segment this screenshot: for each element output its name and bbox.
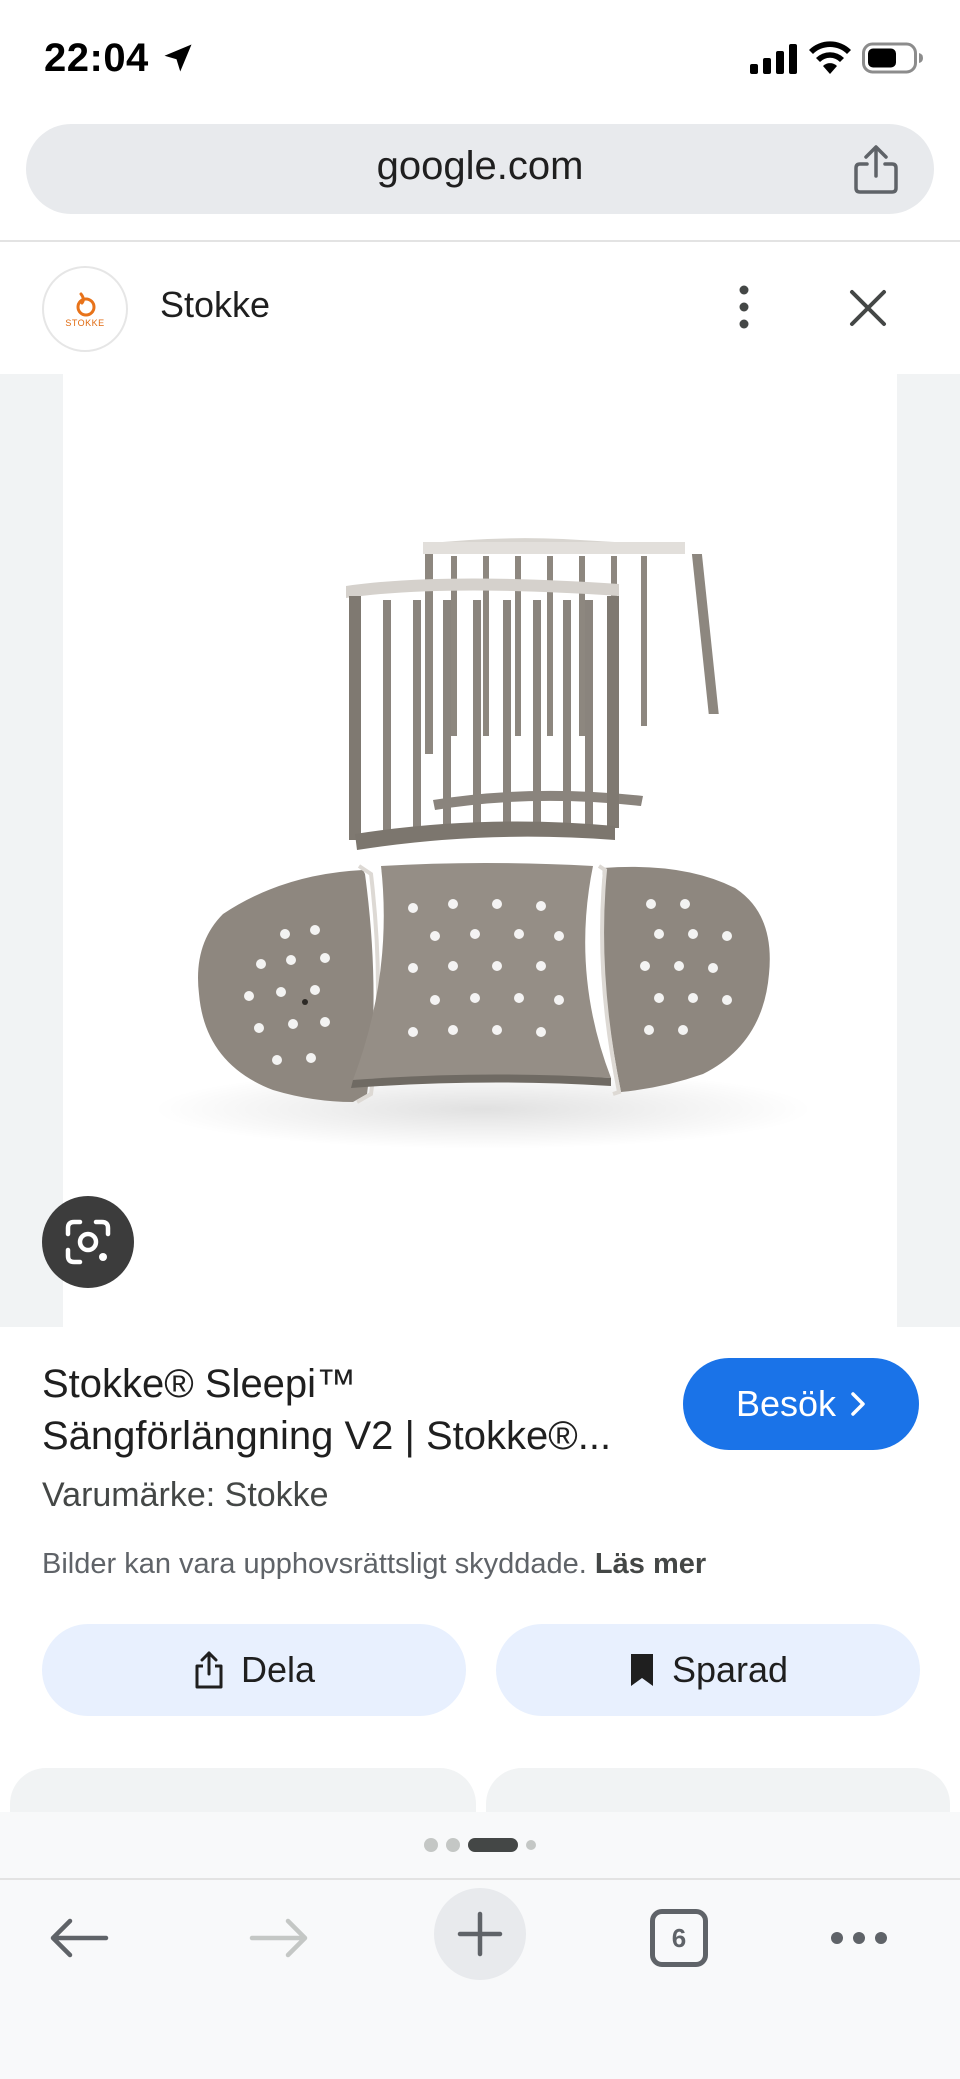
plus-icon [457, 1911, 503, 1957]
share-icon [195, 1651, 223, 1689]
close-icon[interactable] [846, 286, 890, 330]
source-logo[interactable]: STOKKE [42, 266, 128, 352]
chevron-right-icon [851, 1392, 865, 1416]
visit-button[interactable]: Besök [683, 1358, 919, 1450]
tabs-count: 6 [671, 1922, 687, 1953]
more-horizontal-icon [831, 1932, 887, 1944]
battery-icon [862, 42, 923, 74]
cellular-signal-icon [750, 44, 797, 74]
url-text[interactable]: google.com [26, 144, 934, 189]
saved-label: Sparad [671, 1649, 789, 1690]
status-time: 22:04 [44, 36, 149, 80]
learn-more-link[interactable]: Läs mer [595, 1548, 706, 1580]
product-title-line-2[interactable]: Sängförlängning V2 | Stokke®... [42, 1410, 662, 1462]
logo-text: STOKKE [65, 317, 105, 328]
tabs-button[interactable]: 6 [646, 1898, 712, 1978]
saved-button[interactable]: Sparad [496, 1624, 920, 1716]
divider [0, 240, 960, 242]
left-base-panel [198, 864, 380, 1104]
page-dot [424, 1838, 438, 1852]
product-title[interactable]: Stokke® Sleepi™ Sängförlängning V2 | Sto… [42, 1358, 662, 1462]
divider [0, 1878, 960, 1880]
right-base-panel [597, 864, 770, 1096]
back-arrow-icon [50, 1918, 109, 1958]
copyright-notice: Bilder kan vara upphovsrättsligt skyddad… [42, 1548, 706, 1581]
page-indicator [0, 1838, 960, 1852]
menu-button[interactable] [824, 1898, 894, 1978]
source-name[interactable]: Stokke [160, 284, 270, 326]
share-icon[interactable] [852, 144, 900, 196]
bookmark-filled-icon [630, 1654, 653, 1686]
image-viewer[interactable] [0, 374, 960, 1327]
back-button[interactable] [44, 1898, 114, 1978]
address-bar[interactable]: google.com [26, 124, 934, 214]
share-button[interactable]: Dela [42, 1624, 466, 1716]
location-arrow-icon [164, 44, 192, 72]
page-dot-active [468, 1838, 518, 1852]
new-tab-button[interactable] [434, 1888, 526, 1980]
product-image[interactable] [63, 374, 897, 1327]
image-frame[interactable] [63, 374, 897, 1327]
product-title-line-1[interactable]: Stokke® Sleepi™ [42, 1362, 356, 1406]
google-lens-icon [65, 1219, 111, 1265]
copyright-text: Bilder kan vara upphovsrättsligt skyddad… [42, 1548, 587, 1580]
tabs-icon: 6 [650, 1909, 708, 1967]
forward-arrow-icon [249, 1918, 308, 1958]
wifi-icon [809, 41, 851, 74]
forward-button[interactable] [244, 1898, 314, 1978]
brand-label: Varumärke: Stokke [42, 1476, 329, 1514]
status-bar: 22:04 [0, 0, 960, 118]
share-label: Dela [240, 1649, 316, 1690]
middle-base-panel [351, 863, 611, 1088]
page-dot [526, 1840, 536, 1850]
front-rail [346, 578, 619, 850]
page-dot [446, 1838, 460, 1852]
visit-label: Besök [735, 1383, 837, 1424]
more-vertical-icon[interactable] [726, 282, 762, 332]
lens-button[interactable] [42, 1196, 134, 1288]
stokke-logo-icon [76, 292, 96, 316]
